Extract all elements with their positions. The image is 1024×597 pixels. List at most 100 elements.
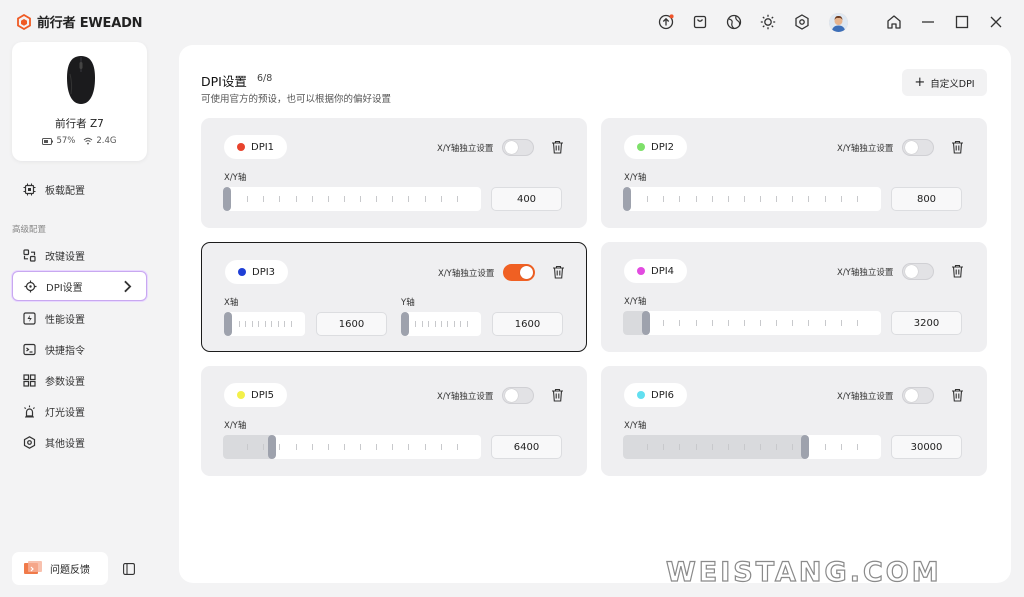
- independent-xy-label: X/Y轴独立设置: [437, 144, 494, 154]
- slider-tick: [712, 320, 713, 326]
- dpi-slider[interactable]: [623, 311, 881, 335]
- independent-xy-toggle[interactable]: [902, 139, 934, 156]
- x-dpi-slider[interactable]: [224, 312, 305, 336]
- sidebar-item-onboard[interactable]: 板载配置: [12, 175, 147, 203]
- independent-xy-label: X/Y轴独立设置: [837, 144, 894, 154]
- slider-tick: [252, 321, 253, 327]
- sidebar-item-shortcut[interactable]: 快捷指令: [12, 335, 147, 363]
- dpi-name-pill[interactable]: DPI4: [624, 259, 688, 283]
- dpi-slider[interactable]: [623, 187, 881, 211]
- minimize-button[interactable]: [920, 14, 936, 30]
- crosshair-icon: [24, 280, 37, 292]
- sidebar-item-remap[interactable]: 改键设置: [12, 241, 147, 269]
- sidebar-item-other[interactable]: 其他设置: [12, 428, 147, 456]
- dpi-card[interactable]: DPI1 X/Y轴独立设置 X/Y轴 400: [201, 118, 587, 228]
- dpi-value[interactable]: 400: [491, 187, 562, 211]
- slider-tick: [825, 320, 826, 326]
- slider-tick: [696, 444, 697, 450]
- device-card[interactable]: 前行者 Z7 57% 2.4G: [12, 42, 147, 161]
- dpi-name-pill[interactable]: DPI1: [224, 135, 288, 159]
- dpi-value[interactable]: 800: [891, 187, 962, 211]
- feedback-button[interactable]: 问题反馈: [12, 552, 108, 585]
- slider-tick: [792, 196, 793, 202]
- settings-button[interactable]: [794, 14, 810, 30]
- sidebar-item-performance[interactable]: 性能设置: [12, 304, 147, 332]
- slider-tick: [744, 444, 745, 450]
- update-button[interactable]: [658, 14, 674, 30]
- slider-thumb[interactable]: [623, 187, 631, 211]
- delete-dpi-icon[interactable]: [951, 388, 964, 402]
- delete-dpi-icon[interactable]: [551, 140, 564, 154]
- dpi-slider[interactable]: [623, 435, 881, 459]
- dpi-card[interactable]: DPI6 X/Y轴独立设置 X/Y轴 30000: [601, 366, 987, 476]
- dpi-slider[interactable]: [223, 187, 481, 211]
- main-panel: DPI设置 6/8 可使用官方的预设，也可以根据你的偏好设置 + 自定义DPI …: [179, 45, 1011, 583]
- dpi-card[interactable]: DPI2 X/Y轴独立设置 X/Y轴 800: [601, 118, 987, 228]
- slider-thumb[interactable]: [224, 312, 232, 336]
- slider-tick: [712, 444, 713, 450]
- dpi-card[interactable]: DPI4 X/Y轴独立设置 X/Y轴 3200: [601, 242, 987, 352]
- slider-thumb[interactable]: [642, 311, 650, 335]
- store-button[interactable]: [692, 14, 708, 30]
- dpi-name-pill[interactable]: DPI2: [624, 135, 688, 159]
- sidebar-item-lighting[interactable]: 灯光设置: [12, 397, 147, 425]
- delete-dpi-icon[interactable]: [552, 265, 565, 279]
- slider-tick: [428, 321, 429, 327]
- slider-thumb[interactable]: [223, 187, 231, 211]
- slider-thumb[interactable]: [268, 435, 276, 459]
- dpi-color-dot: [238, 268, 246, 276]
- language-button[interactable]: [726, 14, 742, 30]
- independent-xy-toggle[interactable]: [502, 387, 534, 404]
- slider-tick: [760, 196, 761, 202]
- slider-thumb[interactable]: [401, 312, 409, 336]
- delete-dpi-icon[interactable]: [951, 264, 964, 278]
- plus-icon: +: [914, 75, 926, 90]
- lamp-icon: [24, 405, 35, 418]
- dpi-value[interactable]: 6400: [491, 435, 562, 459]
- independent-xy-toggle[interactable]: [902, 263, 934, 280]
- delete-dpi-icon[interactable]: [551, 388, 564, 402]
- home-icon: [887, 15, 901, 29]
- sidebar-item-dpi[interactable]: DPI设置: [12, 271, 147, 301]
- toggle-knob: [505, 389, 518, 402]
- slider-tick: [279, 444, 280, 450]
- delete-dpi-icon[interactable]: [951, 140, 964, 154]
- slider-tick: [265, 321, 266, 327]
- brand-hexagon-icon: [17, 13, 31, 30]
- x-dpi-value[interactable]: 1600: [316, 312, 387, 336]
- independent-xy-label: X/Y轴独立设置: [837, 268, 894, 278]
- slider-tick: [744, 320, 745, 326]
- y-dpi-value[interactable]: 1600: [492, 312, 563, 336]
- y-dpi-slider[interactable]: [401, 312, 481, 336]
- slider-tick: [457, 196, 458, 202]
- slider-tick: [291, 321, 292, 327]
- close-button[interactable]: [988, 14, 1004, 30]
- dpi-card[interactable]: DPI5 X/Y轴独立设置 X/Y轴 6400: [201, 366, 587, 476]
- home-button[interactable]: [886, 14, 902, 30]
- independent-xy-toggle[interactable]: [502, 139, 534, 156]
- dpi-name-pill[interactable]: DPI3: [225, 260, 289, 284]
- dpi-name-pill[interactable]: DPI6: [624, 383, 688, 407]
- dpi-name-pill[interactable]: DPI5: [224, 383, 288, 407]
- dpi-card[interactable]: DPI3 X/Y轴独立设置 X轴 1600 Y轴 1600: [201, 242, 587, 352]
- independent-xy-label: X/Y轴独立设置: [438, 269, 495, 279]
- dpi-value[interactable]: 30000: [891, 435, 962, 459]
- slider-tick: [647, 444, 648, 450]
- chip-icon: [23, 183, 36, 195]
- sidebar-toggle-icon[interactable]: [123, 563, 135, 575]
- dpi-value[interactable]: 3200: [891, 311, 962, 335]
- slider-thumb[interactable]: [801, 435, 809, 459]
- slider-tick: [460, 321, 461, 327]
- add-custom-dpi-button[interactable]: + 自定义DPI: [902, 69, 987, 96]
- sidebar-item-params[interactable]: 参数设置: [12, 366, 147, 394]
- maximize-button[interactable]: [954, 14, 970, 30]
- user-avatar[interactable]: [829, 13, 848, 32]
- slider-tick: [245, 321, 246, 327]
- dpi-color-dot: [637, 143, 645, 151]
- dpi-color-dot: [237, 391, 245, 399]
- independent-xy-toggle[interactable]: [503, 264, 535, 281]
- theme-button[interactable]: [760, 14, 776, 30]
- dpi-slider[interactable]: [223, 435, 481, 459]
- slider-tick: [328, 444, 329, 450]
- independent-xy-toggle[interactable]: [902, 387, 934, 404]
